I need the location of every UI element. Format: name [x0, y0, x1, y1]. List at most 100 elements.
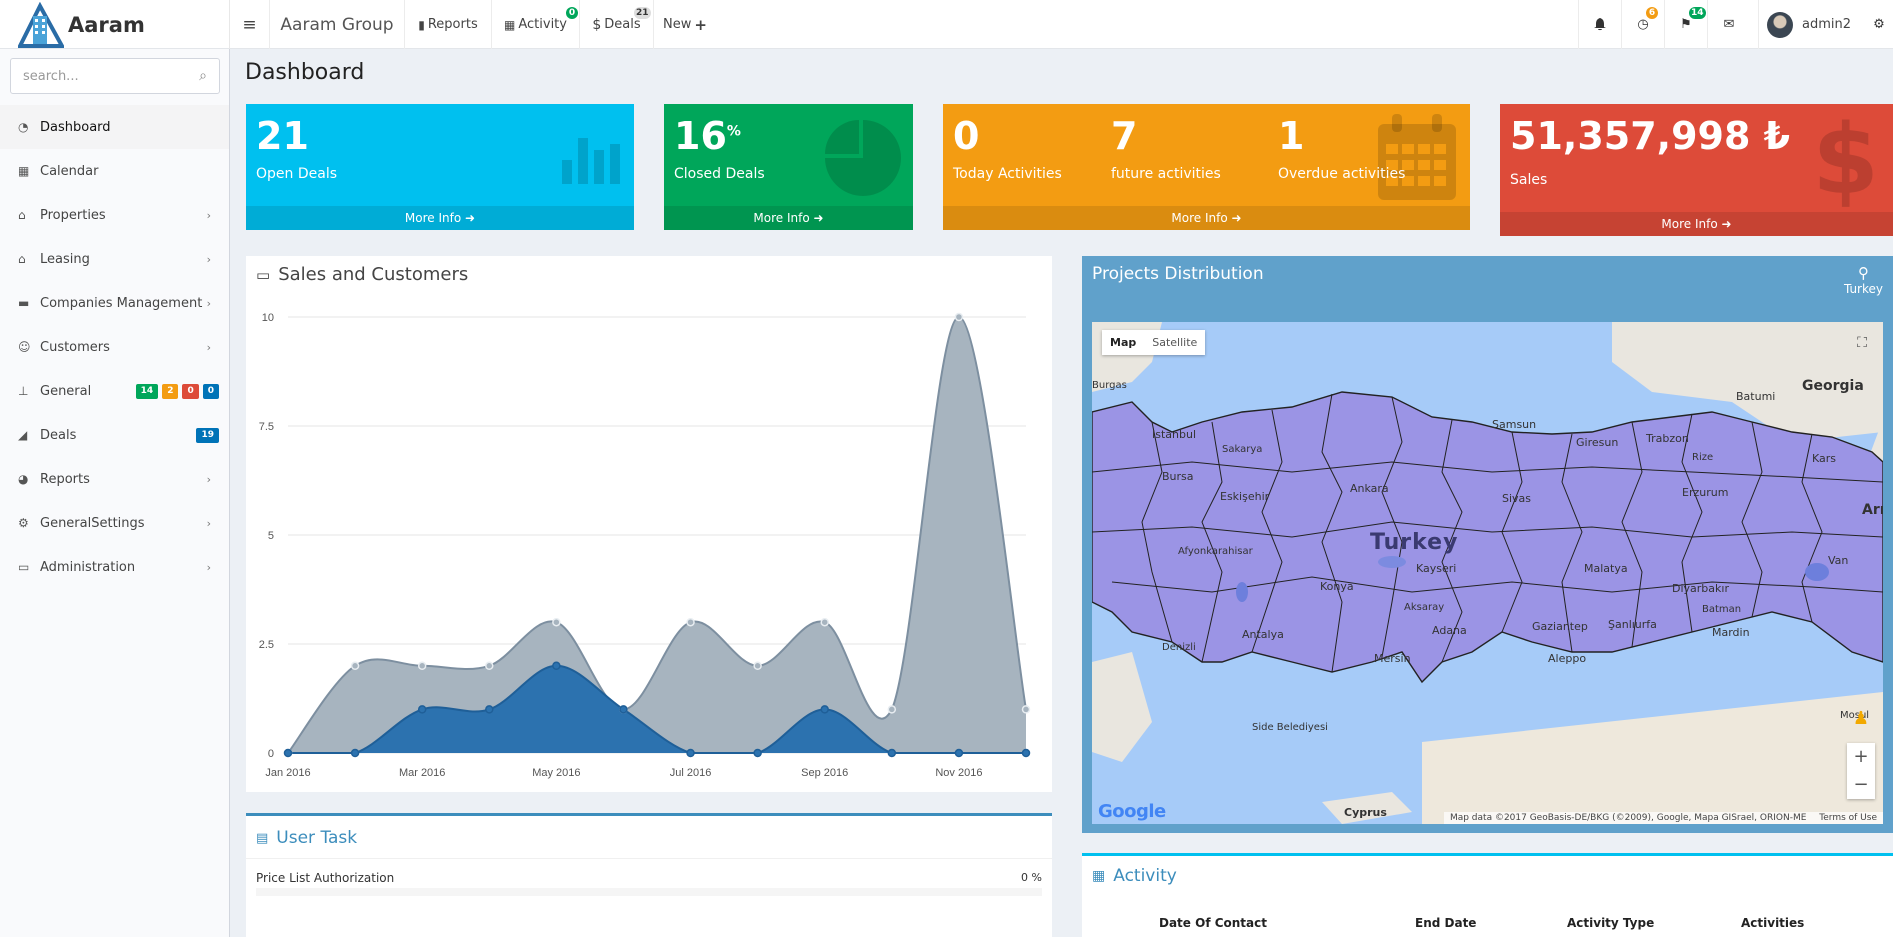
sidebar-item-calendar[interactable]: ▦ Calendar — [0, 149, 229, 193]
city-label: Giresun — [1576, 436, 1619, 449]
city-label: Malatya — [1584, 562, 1628, 575]
open-deals-label: Open Deals — [256, 166, 337, 182]
clock-icon[interactable]: ◷ 6 — [1621, 0, 1664, 49]
city-label: Trabzon — [1646, 432, 1689, 445]
area-chart-icon: ◢ — [18, 428, 28, 442]
sidebar-item-leasing[interactable]: ⌂ Leasing › — [0, 237, 229, 281]
envelope-icon[interactable]: ✉ — [1707, 0, 1750, 49]
series-1-point — [283, 748, 293, 758]
company-name[interactable]: Aaram Group — [270, 0, 405, 49]
pegman-icon[interactable]: ♟ — [1853, 708, 1869, 729]
city-label: Adana — [1432, 624, 1467, 637]
col-activity-type[interactable]: Activity Type — [1567, 916, 1654, 930]
sidebar-item-label: Companies Management — [40, 295, 203, 311]
bell-icon[interactable] — [1578, 0, 1621, 49]
chevron-right-icon: › — [206, 472, 211, 486]
activities-more-info[interactable]: More Info ➜ — [943, 206, 1470, 230]
nav-reports[interactable]: ▮ Reports — [405, 0, 492, 49]
sales-customers-box: ▭ Sales and Customers 0 2.5 5 7.5 10 Jan 2016… — [246, 256, 1052, 792]
more-info-label: More Info — [1171, 211, 1228, 225]
activity-title: ▦ Activity — [1092, 866, 1177, 886]
search-input[interactable]: search... ⌕ — [10, 58, 220, 94]
map-marker-icon: ⚲ — [1857, 264, 1869, 282]
map-title: Projects Distribution — [1092, 264, 1264, 284]
x-tick-label: Nov 2016 — [935, 767, 982, 779]
y-tick-label: 0 — [268, 748, 274, 760]
logo-icon — [16, 1, 66, 48]
city-label: Mardin — [1712, 626, 1750, 639]
sales-more-info[interactable]: More Info ➜ — [1500, 212, 1893, 236]
city-label: Denizli — [1162, 642, 1196, 653]
series-1-point — [820, 705, 829, 714]
city-label: Şanlıurfa — [1608, 618, 1657, 631]
map[interactable]: Map Satellite ⛶ Turkey Istanbul Bursa Es… — [1092, 322, 1883, 824]
series-1-point — [485, 705, 494, 714]
closed-deals-more-info[interactable]: More Info ➜ — [664, 206, 913, 230]
series-0-point — [1021, 705, 1031, 714]
dollar-icon: $ — [592, 16, 602, 33]
city-label: Mersin — [1374, 652, 1411, 665]
search-icon[interactable]: ⌕ — [199, 68, 207, 84]
sidebar-item-companies[interactable]: ▬ Companies Management › — [0, 281, 229, 325]
gear-icon: ⚙ — [18, 516, 29, 530]
sidebar-item-label: Deals — [40, 427, 77, 443]
city-label: Sakarya — [1222, 444, 1263, 455]
terms-of-use-link[interactable]: Terms of Use — [1819, 813, 1877, 823]
city-label: Rize — [1692, 452, 1714, 463]
series-0-point — [686, 617, 695, 627]
plus-icon: + — [694, 15, 707, 34]
user-menu[interactable]: admin2 — [1758, 0, 1865, 49]
city-label: Aksaray — [1404, 602, 1445, 613]
sidebar-item-deals[interactable]: ◢ Deals 19 — [0, 413, 229, 457]
general-badges: 14 2 0 0 — [135, 383, 219, 399]
activity-title-text: Activity — [1113, 866, 1177, 886]
col-activities[interactable]: Activities — [1741, 916, 1804, 930]
flag-icon[interactable]: ⚑ 14 — [1664, 0, 1707, 49]
col-date-of-contact[interactable]: Date Of Contact — [1159, 916, 1267, 930]
sidebar-toggle-icon[interactable]: ≡ — [230, 0, 270, 49]
city-label: Sivas — [1502, 492, 1532, 505]
task-row[interactable]: Price List Authorization 0 % — [256, 871, 1042, 885]
sidebar-item-label: Properties — [40, 207, 106, 223]
gears-icon[interactable]: ⚙ — [1865, 0, 1893, 49]
nav-new[interactable]: New + — [654, 0, 716, 49]
sidebar-item-generalsettings[interactable]: ⚙ GeneralSettings › — [0, 501, 229, 545]
nav-activity[interactable]: ▦ Activity 0 — [492, 0, 580, 49]
zoom-out-icon[interactable]: − — [1847, 771, 1875, 799]
nav-deals[interactable]: $ Deals 21 — [580, 0, 654, 49]
col-end-date[interactable]: End Date — [1415, 916, 1476, 930]
map-location-text: Turkey — [1843, 282, 1883, 296]
city-label: Van — [1828, 554, 1849, 567]
closed-deals-number: 16 — [674, 114, 727, 158]
sidebar-item-customers[interactable]: ☺ Customers › — [0, 325, 229, 369]
logo[interactable]: Aaram — [0, 0, 230, 49]
zoom-in-icon[interactable]: + — [1847, 743, 1875, 771]
sidebar-item-label: Administration — [40, 559, 136, 575]
sidebar-item-administration[interactable]: ▭ Administration › — [0, 545, 229, 589]
series-0-point — [820, 617, 829, 627]
badge-blue: 0 — [202, 383, 219, 399]
bar-chart-icon: ▮ — [418, 17, 425, 32]
user-task-box: ▤ User Task Price List Authorization 0 % — [246, 813, 1052, 937]
closed-deals-value: 16% — [674, 114, 741, 158]
today-activities-value: 0 — [953, 114, 980, 158]
sidebar-item-general[interactable]: ⊥ General 14 2 0 0 — [0, 369, 229, 413]
open-deals-value: 21 — [256, 114, 309, 158]
sidebar-item-dashboard[interactable]: ◔ Dashboard — [0, 105, 229, 149]
closed-deals-tile: 16% Closed Deals More Info ➜ — [664, 104, 913, 230]
sidebar-item-label: Reports — [40, 471, 90, 487]
city-label: Batman — [1702, 604, 1742, 615]
arrow-circle-right-icon: ➜ — [465, 211, 476, 225]
dollar-icon: $ — [1812, 104, 1879, 216]
sidebar-item-reports[interactable]: ◕ Reports › — [0, 457, 229, 501]
page-title: Dashboard — [245, 60, 365, 85]
today-activities-label: Today Activities — [953, 166, 1062, 182]
badge-red: 0 — [182, 383, 199, 399]
city-label: Kayseri — [1416, 562, 1457, 575]
sales-label: Sales — [1510, 172, 1548, 188]
city-label: Afyonkarahisar — [1178, 546, 1253, 557]
open-deals-more-info[interactable]: More Info ➜ — [246, 206, 634, 230]
sidebar-item-properties[interactable]: ⌂ Properties › — [0, 193, 229, 237]
open-deals-tile: 21 Open Deals More Info ➜ — [246, 104, 634, 230]
task-percent: 0 % — [1021, 871, 1042, 884]
